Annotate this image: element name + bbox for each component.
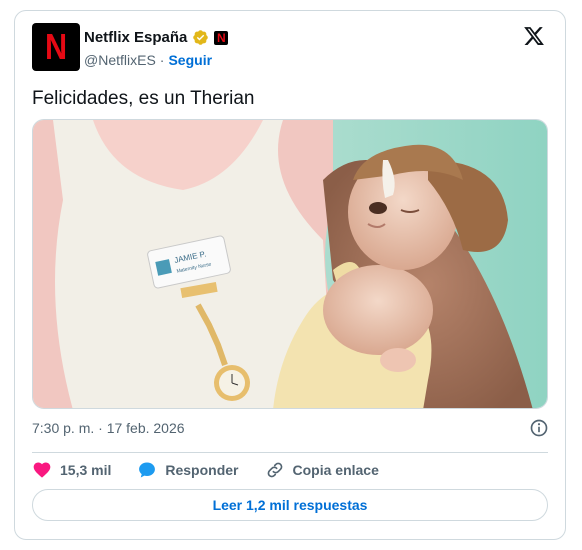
divider [32,452,548,453]
reply-label: Responder [165,462,239,478]
account-handle[interactable]: @NetflixES [84,52,156,68]
copy-link-label: Copia enlace [292,462,379,478]
x-logo-icon[interactable] [523,25,545,47]
action-bar: 15,3 mil Responder Copia enlace [32,460,405,480]
like-button[interactable]: 15,3 mil [32,460,111,480]
avatar[interactable]: N [32,23,80,71]
tweet-card: N Netflix España N @NetflixES · Seguir F… [14,10,566,540]
read-replies-button[interactable]: Leer 1,2 mil respuestas [32,489,548,521]
handle-row: @NetflixES · Seguir [84,52,212,68]
tweet-text: Felicidades, es un Therian [32,88,255,109]
info-icon[interactable] [529,418,549,438]
reply-bubble-icon [139,462,156,478]
account-name[interactable]: Netflix España [84,29,187,46]
separator-dot: · [159,52,165,68]
affiliate-logo-icon: N [214,30,229,45]
tweet-image[interactable]: JAMIE P. Maternity Nurse [32,119,548,409]
verified-badge-icon [193,30,209,45]
heart-icon [33,462,51,478]
account-name-row: Netflix España N [84,29,229,46]
image-illustration: JAMIE P. Maternity Nurse [33,120,547,408]
follow-button[interactable]: Seguir [168,52,212,68]
netflix-logo: N [44,26,68,67]
link-icon [267,462,282,478]
copy-link-button[interactable]: Copia enlace [265,460,379,480]
reply-button[interactable]: Responder [137,460,239,480]
tweet-timestamp[interactable]: 7:30 p. m. · 17 feb. 2026 [32,420,185,436]
like-count: 15,3 mil [60,462,112,478]
